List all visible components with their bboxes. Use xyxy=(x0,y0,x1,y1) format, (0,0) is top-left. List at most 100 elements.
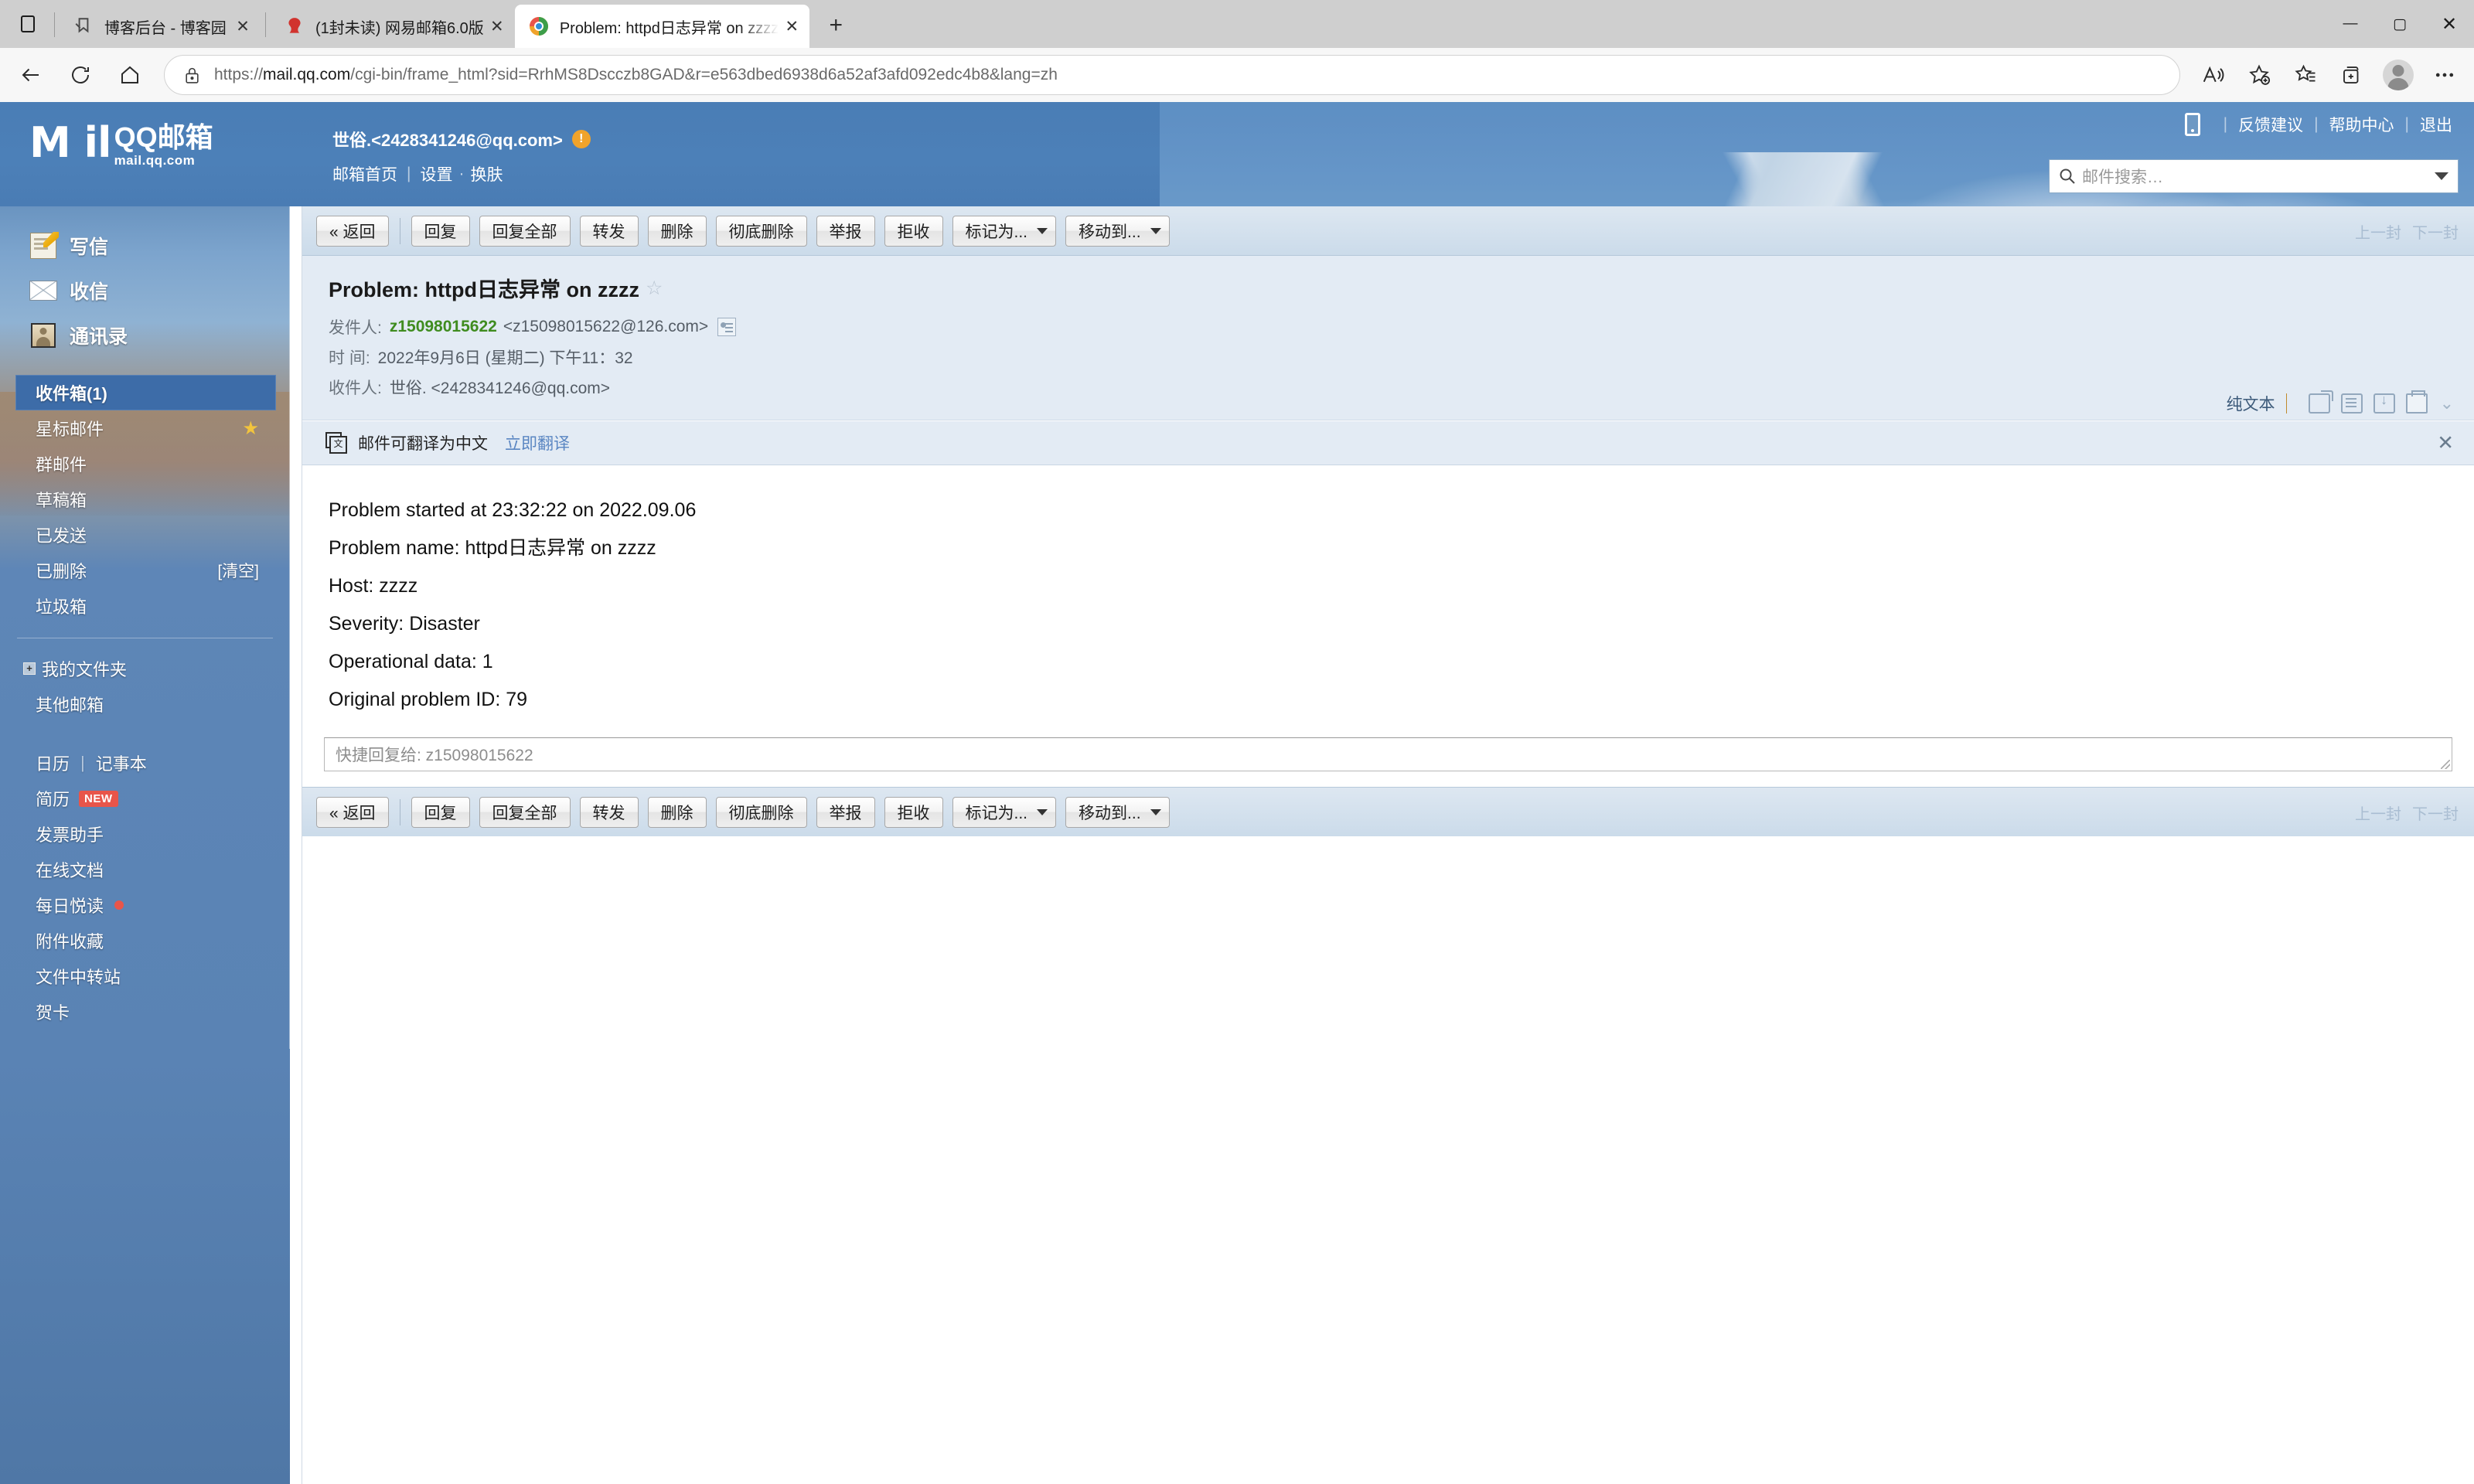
mobile-icon[interactable] xyxy=(2184,113,2200,136)
prev-mail-button[interactable]: 上一封 xyxy=(2355,802,2401,824)
browser-tab-3[interactable]: Problem: httpd日志异常 on zzzz ✕ xyxy=(514,5,810,48)
profile-avatar[interactable] xyxy=(2375,52,2421,98)
expand-plus-icon[interactable]: + xyxy=(23,662,36,675)
reject-button[interactable]: 拒收 xyxy=(884,796,943,828)
tab-close-icon[interactable]: ✕ xyxy=(484,13,510,39)
contact-card-icon[interactable] xyxy=(717,318,737,336)
sidebar-item-greeting-card[interactable]: 贺卡 xyxy=(0,994,290,1030)
minimize-button[interactable]: — xyxy=(2326,0,2375,48)
sidebar-item-online-docs[interactable]: 在线文档 xyxy=(0,852,290,887)
forward-button[interactable]: 转发 xyxy=(579,796,639,828)
attachments-label: 附件收藏 xyxy=(36,932,104,951)
quick-reply-input[interactable]: 快捷回复给: z15098015622 xyxy=(324,737,2452,771)
logout-link[interactable]: 退出 xyxy=(2420,113,2452,136)
sidebar-folder-starred[interactable]: 星标邮件 ★ xyxy=(0,410,290,446)
print-icon[interactable] xyxy=(2405,390,2428,414)
delete-forever-button[interactable]: 彻底删除 xyxy=(715,215,807,247)
address-bar[interactable]: https://mail.qq.com/cgi-bin/frame_html?s… xyxy=(164,55,2180,95)
nav-skin[interactable]: 换肤 xyxy=(470,162,503,186)
read-aloud-icon[interactable] xyxy=(2189,52,2236,98)
sidebar-folder-group-mail[interactable]: 群邮件 xyxy=(0,446,290,482)
warning-badge-icon[interactable]: ! xyxy=(571,130,591,148)
back-button[interactable]: « 返回 xyxy=(316,796,389,828)
report-button[interactable]: 举报 xyxy=(816,215,875,247)
qq-mail-logo[interactable]: M il QQ邮箱 mail.qq.com xyxy=(29,122,213,168)
tab-close-icon[interactable]: ✕ xyxy=(230,13,256,39)
sidebar-item-receive[interactable]: 收信 xyxy=(29,268,290,313)
chevron-double-down-icon[interactable]: ⌄ xyxy=(2440,393,2454,414)
plain-text-toggle[interactable]: 纯文本 xyxy=(2227,392,2275,415)
sidebar-other-mailbox[interactable]: 其他邮箱 xyxy=(0,686,290,722)
resize-grip-icon[interactable] xyxy=(2441,760,2450,769)
sidebar-folder-drafts[interactable]: 草稿箱 xyxy=(0,482,290,517)
sidebar-folder-deleted[interactable]: 已删除 [清空] xyxy=(0,553,290,588)
nav-settings[interactable]: 设置 xyxy=(420,162,452,186)
move-to-button[interactable]: 移动到... xyxy=(1065,796,1170,828)
sidebar-folder-spam[interactable]: 垃圾箱 xyxy=(0,588,290,624)
back-button[interactable]: « 返回 xyxy=(316,215,389,247)
back-icon[interactable] xyxy=(6,50,56,100)
collections-icon[interactable] xyxy=(2329,52,2375,98)
new-tab-button[interactable]: + xyxy=(817,7,854,44)
download-icon[interactable] xyxy=(2373,392,2395,414)
compose-icon xyxy=(29,232,57,260)
maximize-button[interactable]: ▢ xyxy=(2375,0,2425,48)
tab-close-icon[interactable]: ✕ xyxy=(779,13,805,39)
chevron-down-icon xyxy=(1037,227,1048,234)
sidebar-item-calendar[interactable]: 日历 | 记事本 xyxy=(0,745,290,781)
settings-more-icon[interactable] xyxy=(2421,52,2468,98)
add-favorite-icon[interactable] xyxy=(2236,52,2282,98)
open-in-window-icon[interactable] xyxy=(2308,390,2333,414)
star-icon[interactable]: ☆ xyxy=(646,277,663,300)
to-value: 世俗. <2428341246@qq.com> xyxy=(389,380,611,397)
body-line: Problem started at 23:32:22 on 2022.09.0… xyxy=(329,499,697,521)
move-to-button[interactable]: 移动到... xyxy=(1065,215,1170,247)
reject-button[interactable]: 拒收 xyxy=(884,215,943,247)
notepad-label[interactable]: 记事本 xyxy=(96,751,147,775)
delete-button[interactable]: 删除 xyxy=(647,215,707,247)
favorites-icon[interactable] xyxy=(2282,52,2329,98)
from-name[interactable]: z15098015622 xyxy=(390,318,497,336)
browser-tab-2[interactable]: (1封未读) 网易邮箱6.0版 ✕ xyxy=(271,5,515,48)
sidebar-item-contacts[interactable]: 通讯录 xyxy=(29,313,290,358)
tab-list-icon[interactable] xyxy=(6,2,49,46)
browser-tab-1[interactable]: 博客后台 - 博客园 ✕ xyxy=(60,5,261,48)
sidebar-folder-sent[interactable]: 已发送 xyxy=(0,517,290,553)
delete-button[interactable]: 删除 xyxy=(647,796,707,828)
empty-deleted-link[interactable]: [清空] xyxy=(217,559,259,582)
forward-button[interactable]: 转发 xyxy=(579,215,639,247)
note-icon[interactable] xyxy=(2340,393,2363,414)
report-button[interactable]: 举报 xyxy=(816,796,875,828)
prev-mail-button[interactable]: 上一封 xyxy=(2355,220,2401,243)
chevron-down-icon[interactable] xyxy=(2435,172,2448,180)
sidebar-item-daily-read[interactable]: 每日悦读 xyxy=(0,887,290,923)
mail-search-box[interactable]: 邮件搜索… xyxy=(2049,159,2459,193)
delete-forever-button[interactable]: 彻底删除 xyxy=(715,796,807,828)
inbox-icon xyxy=(29,277,57,305)
sidebar-item-resume[interactable]: 简历 NEW xyxy=(0,781,290,816)
next-mail-button[interactable]: 下一封 xyxy=(2412,220,2459,243)
reply-button[interactable]: 回复 xyxy=(411,215,470,247)
next-mail-button[interactable]: 下一封 xyxy=(2412,802,2459,824)
feedback-link[interactable]: 反馈建议 xyxy=(2238,113,2303,136)
reload-icon[interactable] xyxy=(56,50,105,100)
sidebar-item-invoice[interactable]: 发票助手 xyxy=(0,816,290,852)
sidebar-my-folders[interactable]: + 我的文件夹 xyxy=(0,651,290,686)
reply-all-button[interactable]: 回复全部 xyxy=(479,215,571,247)
nav-mail-home[interactable]: 邮箱首页 xyxy=(332,162,397,186)
reply-all-button[interactable]: 回复全部 xyxy=(479,796,571,828)
sidebar-item-file-transfer[interactable]: 文件中转站 xyxy=(0,958,290,994)
close-icon[interactable]: ✕ xyxy=(2437,431,2454,455)
home-icon[interactable] xyxy=(105,50,155,100)
help-center-link[interactable]: 帮助中心 xyxy=(2329,113,2394,136)
sidebar-folder-inbox[interactable]: 收件箱(1) xyxy=(15,375,276,410)
sidebar-item-compose[interactable]: 写信 xyxy=(29,223,290,268)
sidebar-item-attachments[interactable]: 附件收藏 xyxy=(0,923,290,958)
translate-now-link[interactable]: 立即翻译 xyxy=(505,431,570,454)
mark-as-button[interactable]: 标记为... xyxy=(952,215,1057,247)
search-input[interactable]: 邮件搜索… xyxy=(2082,165,2435,188)
mark-as-button[interactable]: 标记为... xyxy=(952,796,1057,828)
header-right-links: | 反馈建议 | 帮助中心 | 退出 xyxy=(2184,113,2452,136)
window-close-button[interactable]: ✕ xyxy=(2425,0,2474,48)
reply-button[interactable]: 回复 xyxy=(411,796,470,828)
